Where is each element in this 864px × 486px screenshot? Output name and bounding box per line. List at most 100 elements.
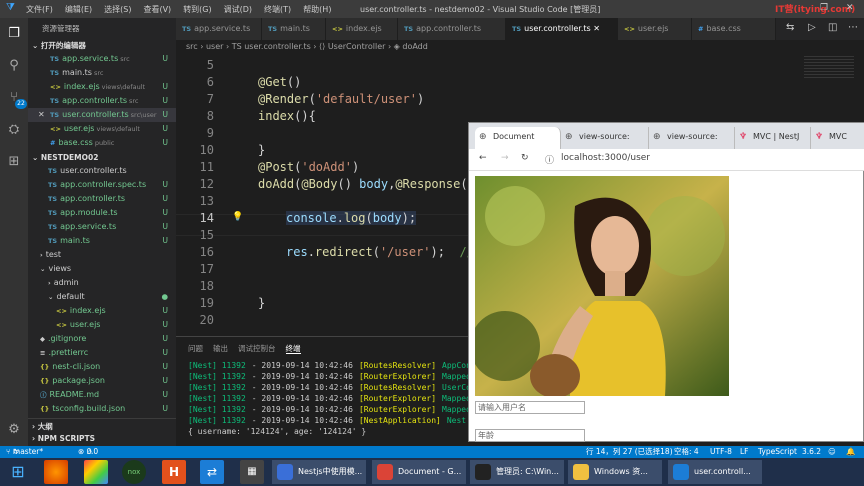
taskbar-task[interactable]: 管理员: C:\Win... — [470, 460, 564, 484]
minimap[interactable] — [804, 56, 854, 80]
file-item[interactable]: {} tsconfig.build.json U — [28, 402, 176, 416]
split-editor-icon[interactable]: ⇆ — [786, 22, 794, 33]
lightbulb-icon[interactable]: 💡 — [232, 212, 243, 222]
file-item[interactable]: ⌄ views — [28, 262, 176, 276]
file-item[interactable]: TS app.service.ts U — [28, 220, 176, 234]
start-button[interactable]: ⊞ — [4, 460, 32, 484]
file-item[interactable]: › admin — [28, 276, 176, 290]
menu-item[interactable]: 帮助(H) — [303, 4, 331, 15]
firefox-icon[interactable] — [44, 460, 68, 484]
close-tab-icon[interactable]: ✕ — [591, 24, 600, 33]
code-line[interactable]: res.redirect('/user'); // — [286, 245, 474, 259]
menu-item[interactable]: 编辑(E) — [65, 4, 92, 15]
file-item[interactable]: ⌄ default ● — [28, 290, 176, 304]
file-item[interactable]: TS app.controller.spec.ts U — [28, 178, 176, 192]
taskbar-task[interactable]: Windows 资... — [568, 460, 662, 484]
file-item[interactable]: {} nest-cli.json U — [28, 360, 176, 374]
breadcrumb[interactable]: src › user › TS user.controller.ts › ⟨⟩ … — [176, 40, 864, 54]
panel-tab[interactable]: 终端 — [285, 344, 301, 354]
file-item[interactable]: TS app.controller.ts src U — [28, 94, 176, 108]
encoding[interactable]: UTF-8 — [710, 446, 732, 458]
teamviewer-icon[interactable]: ⇄ — [200, 460, 224, 484]
layout-icon[interactable]: ◫ — [828, 22, 837, 33]
file-item[interactable]: TS app.service.ts src U — [28, 52, 176, 66]
notification-icon[interactable]: 🔔 — [846, 446, 855, 458]
menu-item[interactable]: 文件(F) — [26, 4, 53, 15]
menu-item[interactable]: 终端(T) — [264, 4, 291, 15]
menu-item[interactable]: 查看(V) — [143, 4, 171, 15]
close-window-button[interactable]: ✕ — [846, 3, 854, 13]
browser-tab[interactable]: ⊕ Document — [475, 127, 561, 149]
file-item[interactable]: TS app.module.ts U — [28, 206, 176, 220]
menu-item[interactable]: 调试(D) — [224, 4, 252, 15]
browser-tab[interactable]: ⊕ view-source: — [561, 127, 649, 149]
back-icon[interactable]: ← — [479, 153, 487, 163]
file-item[interactable]: <> user.ejs U — [28, 318, 176, 332]
file-item[interactable]: # base.css public U — [28, 136, 176, 150]
editor-tab[interactable]: TS app.service.ts — [176, 18, 262, 40]
extensions-icon[interactable]: ⊞ — [6, 154, 22, 170]
info-icon[interactable]: ⓘ — [545, 153, 554, 166]
editor-tab[interactable]: TS app.controller.ts — [398, 18, 506, 40]
npm-scripts-header[interactable]: › NPM SCRIPTS — [28, 433, 176, 445]
code-line[interactable]: doAdd(@Body() body,@Response() — [258, 177, 475, 191]
file-item[interactable]: ≡ .prettierrc U — [28, 346, 176, 360]
gear-icon[interactable]: ⚙ — [6, 422, 22, 438]
branch-indicator[interactable]: ⑂ master* ↻ — [6, 446, 43, 458]
forward-icon[interactable]: → — [501, 153, 509, 163]
hbuilder-icon[interactable]: H — [162, 460, 186, 484]
close-icon[interactable]: ✕ — [38, 108, 45, 122]
code-line[interactable]: @Render('default/user') — [258, 92, 424, 106]
line-ending[interactable]: LF — [740, 446, 749, 458]
file-item[interactable]: TS user.controller.ts — [28, 164, 176, 178]
code-line[interactable]: } — [258, 143, 265, 157]
reload-icon[interactable]: ↻ — [521, 153, 529, 163]
panel-tab[interactable]: 输出 — [213, 344, 228, 353]
open-editors-header[interactable]: ⌄ 打开的编辑器 — [28, 40, 176, 52]
code-line[interactable]: console.log(body); — [286, 211, 417, 225]
nox-icon[interactable]: nox — [122, 460, 146, 484]
file-item[interactable]: › test — [28, 248, 176, 262]
file-item[interactable]: <> index.ejs U — [28, 304, 176, 318]
file-item[interactable]: TS main.ts U — [28, 234, 176, 248]
project-header[interactable]: ⌄ NESTDEMO02 — [28, 152, 176, 164]
more-actions-icon[interactable]: ⋯ — [848, 22, 858, 33]
cursor-position[interactable]: 行 14，列 27 (已选择18) — [586, 446, 673, 458]
file-item[interactable]: TS main.ts src — [28, 66, 176, 80]
code-line[interactable]: } — [258, 296, 265, 310]
problems-indicator[interactable]: ⊗ 0 ⚠ 0 — [78, 446, 98, 458]
explorer-icon[interactable]: ❐ — [6, 26, 22, 42]
language-mode[interactable]: TypeScript — [758, 446, 797, 458]
app-icon[interactable] — [84, 460, 108, 484]
editor-tab[interactable]: <> user.ejs — [618, 18, 692, 40]
taskbar-task[interactable]: Nestjs中使用模... — [272, 460, 366, 484]
file-item[interactable]: ✕ TS user.controller.ts src\user U — [28, 108, 176, 122]
browser-tab[interactable]: ⊕ view-source: — [649, 127, 735, 149]
address-bar[interactable]: localhost:3000/user — [561, 153, 650, 163]
search-icon[interactable]: ⚲ — [6, 58, 22, 74]
editor-tab[interactable]: TS user.controller.ts ✕ — [506, 18, 618, 40]
outline-header[interactable]: › 大纲 — [28, 421, 176, 433]
editor-tab[interactable]: <> index.ejs — [326, 18, 398, 40]
file-item[interactable]: ⓘ README.md U — [28, 388, 176, 402]
code-line[interactable]: index(){ — [258, 109, 316, 123]
feedback-icon[interactable]: ☺ — [828, 446, 836, 458]
file-item[interactable]: ◆ .gitignore U — [28, 332, 176, 346]
file-item[interactable]: <> index.ejs views\default U — [28, 80, 176, 94]
restore-button[interactable]: ❐ — [820, 3, 828, 13]
media-icon[interactable]: ▦ — [240, 460, 264, 484]
code-line[interactable]: @Post('doAdd') — [258, 160, 359, 174]
panel-tab[interactable]: 问题 — [188, 344, 203, 353]
debug-icon[interactable]: ⛭ — [6, 122, 22, 138]
indentation[interactable]: 空格: 4 — [674, 446, 699, 458]
taskbar-task[interactable]: user.controll... — [668, 460, 762, 484]
age-input[interactable]: 年龄 — [475, 429, 585, 442]
file-item[interactable]: TS app.controller.ts U — [28, 192, 176, 206]
browser-tab[interactable]: ♆ MVC | NestJ — [735, 127, 811, 149]
editor-tab[interactable]: TS main.ts — [262, 18, 326, 40]
ts-version[interactable]: 3.6.2 — [802, 446, 821, 458]
run-icon[interactable]: ▷ — [808, 22, 816, 33]
panel-tab[interactable]: 调试控制台 — [238, 344, 276, 353]
taskbar-task[interactable]: Document - G... — [372, 460, 466, 484]
menu-item[interactable]: 选择(S) — [104, 4, 131, 15]
